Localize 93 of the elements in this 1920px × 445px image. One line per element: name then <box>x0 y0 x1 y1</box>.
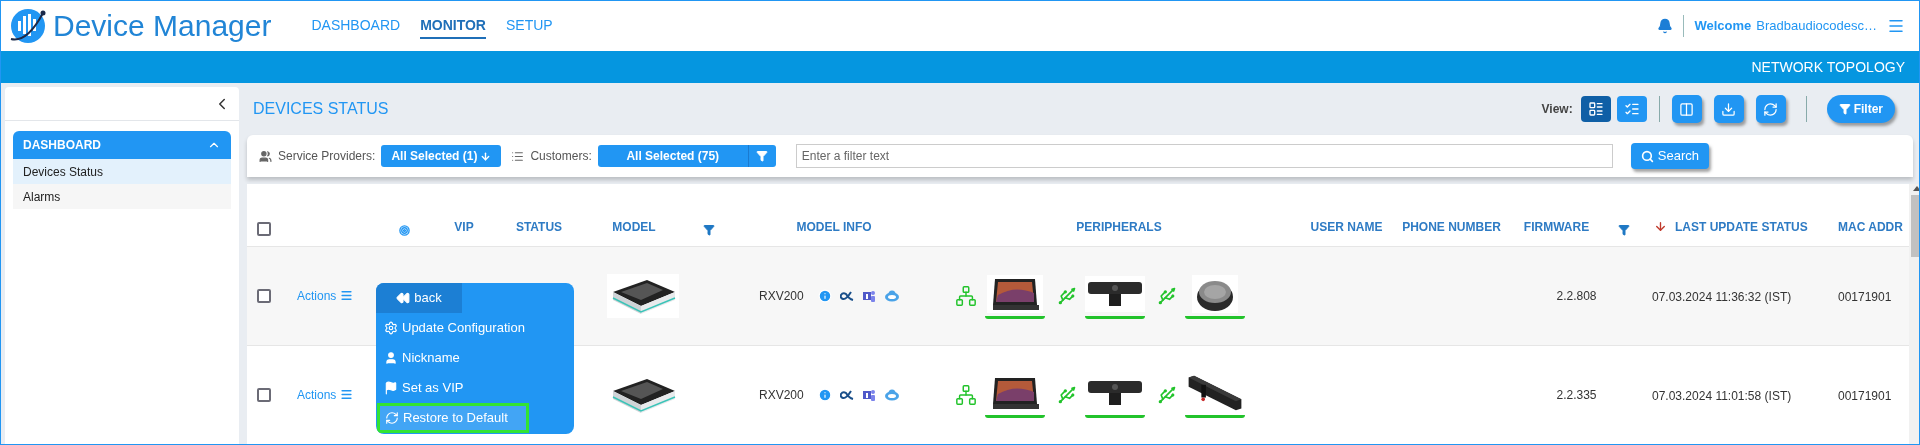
network-icon <box>955 284 977 307</box>
checkbox[interactable] <box>257 288 271 303</box>
actions-link[interactable]: Actions <box>297 286 337 305</box>
peripheral-device[interactable] <box>1185 272 1245 319</box>
settings-icon <box>384 321 398 335</box>
teams-icon <box>861 387 876 402</box>
firmware-version: 2.2.808 <box>1556 287 1597 305</box>
network-topology-link[interactable]: NETWORK TOPOLOGY <box>1751 56 1905 78</box>
model-name: RXV200 <box>759 386 804 404</box>
usb-icon <box>1157 384 1177 405</box>
list-icon <box>511 149 525 163</box>
arrow-down-icon <box>480 150 492 162</box>
users-icon <box>259 149 272 163</box>
search-button[interactable]: Search <box>1630 143 1709 169</box>
view-label: View: <box>1541 101 1573 118</box>
rewind-icon <box>396 291 411 305</box>
view-mode-button[interactable] <box>1580 96 1611 122</box>
customers-dropdown[interactable]: All Selected (75) <box>597 145 748 167</box>
peripheral-device[interactable] <box>985 272 1045 319</box>
column-header[interactable]: PHONE NUMBER <box>1402 217 1501 236</box>
sidebar-item[interactable]: Devices Status <box>13 159 231 184</box>
usb-icon <box>1057 384 1077 405</box>
filter-icon[interactable] <box>1618 223 1630 236</box>
menu-item[interactable]: Restore to Default <box>377 403 529 433</box>
info-icon[interactable] <box>817 387 832 402</box>
column-header[interactable]: LAST UPDATE STATUS <box>1675 217 1808 236</box>
usb-icon <box>1157 285 1177 306</box>
welcome-label: Welcome <box>1694 17 1752 36</box>
mac-address: 00171901 <box>1838 388 1892 403</box>
column-header[interactable]: MAC ADDR <box>1838 217 1903 236</box>
flag-icon <box>384 381 398 395</box>
column-header[interactable]: PERIPHERALS <box>1076 217 1162 236</box>
filter-button[interactable]: Filter <box>1826 95 1895 123</box>
service-providers-label: Service Providers: <box>278 148 376 165</box>
checkbox[interactable] <box>257 221 271 236</box>
sidebar-section[interactable]: DASHBOARD <box>13 131 231 159</box>
column-header[interactable]: FIRMWARE <box>1523 217 1590 236</box>
nav-tab[interactable]: SETUP <box>506 15 553 39</box>
refresh-icon <box>385 411 399 425</box>
menu-icon[interactable] <box>340 388 354 402</box>
download-button[interactable] <box>1713 95 1744 123</box>
cloud-icon <box>883 288 900 303</box>
refresh-button[interactable] <box>1755 95 1786 123</box>
app-title: Device Manager <box>53 11 272 41</box>
usb-icon <box>1057 285 1077 306</box>
alpha-icon <box>839 389 854 400</box>
menu-item[interactable]: Nickname <box>376 343 574 373</box>
customers-label: Customers: <box>530 148 592 165</box>
columns-icon <box>1679 101 1695 117</box>
list-view-icon <box>1623 101 1640 117</box>
nav-tab[interactable]: MONITOR <box>420 15 486 39</box>
mac-address: 00171901 <box>1838 289 1892 304</box>
filter-icon[interactable] <box>703 223 715 236</box>
column-header[interactable]: VIP <box>454 217 474 236</box>
customers-filter-button[interactable] <box>747 145 776 167</box>
filter-text-field[interactable]: Enter a filter text <box>795 144 1613 168</box>
filter-icon <box>756 150 769 162</box>
column-header[interactable]: MODEL INFO <box>796 217 872 236</box>
actions-link[interactable]: Actions <box>297 385 337 404</box>
page-title: DEVICES STATUS <box>253 99 389 119</box>
teams-icon <box>861 288 876 303</box>
menu-icon[interactable] <box>1887 17 1905 35</box>
user-name[interactable]: Bradbaudiocodesc… <box>1756 16 1877 36</box>
menu-item[interactable]: Set as VIP <box>376 373 574 403</box>
column-header[interactable]: MODEL <box>612 217 656 236</box>
cloud-icon <box>883 387 900 402</box>
network-icon <box>955 383 977 406</box>
last-update-time: 07.03.2024 11:01:58 (IST) <box>1652 388 1792 403</box>
grid-view-icon <box>1587 101 1604 117</box>
search-icon <box>1640 149 1654 163</box>
sidebar-item[interactable]: Alarms <box>13 184 231 209</box>
menu-item[interactable]: Update Configuration <box>376 313 574 343</box>
download-icon <box>1721 101 1737 117</box>
user-icon <box>384 351 398 365</box>
refresh-icon <box>1763 101 1779 117</box>
view-mode-button[interactable] <box>1616 96 1647 122</box>
sort-arrow-icon[interactable] <box>1654 220 1667 234</box>
columns-button[interactable] <box>1671 95 1702 123</box>
firmware-version: 2.2.335 <box>1556 386 1597 404</box>
filter-icon <box>1838 103 1851 115</box>
column-header[interactable]: USER NAME <box>1310 217 1383 236</box>
checkbox[interactable] <box>257 387 271 402</box>
info-icon[interactable] <box>817 288 832 303</box>
notification-icon[interactable] <box>1657 18 1674 34</box>
menu-icon[interactable] <box>340 289 354 303</box>
nav-tab[interactable]: DASHBOARD <box>311 15 401 39</box>
target-icon[interactable] <box>398 224 410 236</box>
column-header[interactable]: STATUS <box>515 217 563 236</box>
last-update-time: 07.03.2024 11:36:32 (IST) <box>1652 289 1792 304</box>
model-name: RXV200 <box>759 287 804 305</box>
menu-item[interactable]: back <box>376 283 462 313</box>
service-providers-dropdown[interactable]: All Selected (1) <box>381 145 502 167</box>
alpha-icon <box>839 290 854 301</box>
